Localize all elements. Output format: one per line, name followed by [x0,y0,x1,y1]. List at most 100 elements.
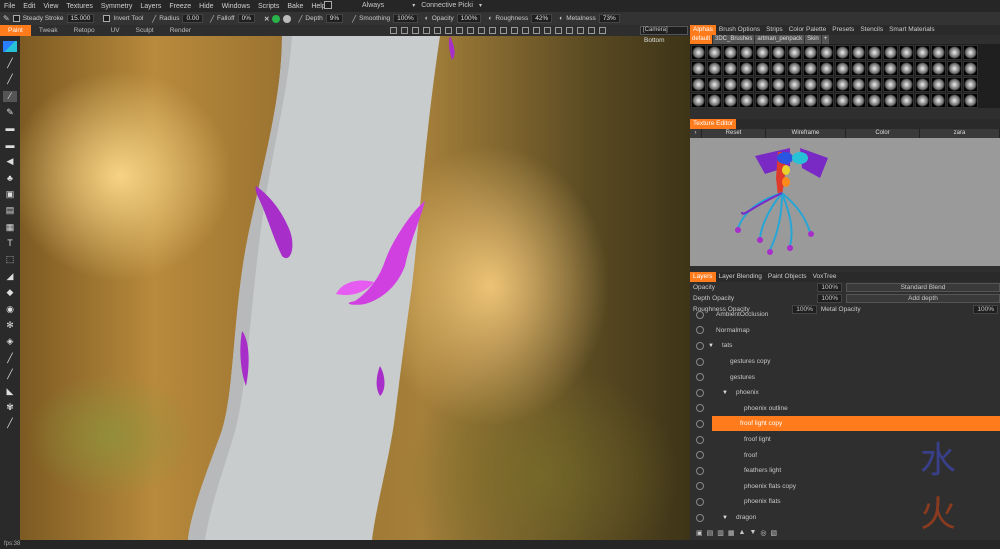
move-down-icon[interactable]: ▼ [749,529,756,537]
tab-uv[interactable]: UV [103,25,128,36]
alpha-cell[interactable] [819,93,834,108]
smoothing-input[interactable]: 100% [393,14,418,23]
move-icon[interactable] [401,27,408,34]
menu-textures[interactable]: Textures [62,3,96,10]
expand-arrow-icon[interactable]: ▼ [722,390,728,396]
text-icon[interactable]: T [3,238,17,249]
always-select[interactable]: Always [362,2,384,9]
visibility-eye-icon[interactable] [696,388,704,397]
persp-icon[interactable] [544,27,551,34]
layer-row[interactable]: AmbientOcclusion [690,307,1000,323]
alpha-cell[interactable] [691,77,706,92]
eraser-icon[interactable]: ◢ [3,271,17,282]
color-select[interactable]: Color [846,129,920,138]
alpha-cell[interactable] [755,61,770,76]
alpha-cell[interactable] [963,77,978,92]
alpha-cell[interactable] [851,45,866,60]
visibility-eye-icon[interactable] [696,404,704,413]
alpha-cell[interactable] [883,77,898,92]
depth-mode-select[interactable]: Add depth [846,294,1000,303]
transform-icon[interactable]: ⬚ [3,254,17,265]
alpha-cell[interactable] [739,45,754,60]
alpha-cell[interactable] [947,61,962,76]
layer-row[interactable]: ▼ phoenix [690,385,1000,401]
subtab-default[interactable]: default [690,35,713,44]
alpha-cell[interactable] [931,93,946,108]
alpha-cell[interactable] [803,93,818,108]
alpha-cell[interactable] [787,45,802,60]
stamp-icon[interactable]: ♣ [3,173,17,184]
tab-layers[interactable]: Layers [690,272,716,282]
knife-icon[interactable]: ╱ [3,369,17,380]
dropdown-arrow-icon[interactable]: ▾ [412,2,415,9]
fill-icon[interactable]: ▣ [3,189,17,200]
alpha-cell[interactable] [723,77,738,92]
light-icon[interactable] [467,27,474,34]
alpha-cell[interactable] [883,61,898,76]
visibility-eye-icon[interactable] [696,373,704,382]
tab-voxtree[interactable]: VoxTree [810,272,840,282]
alpha-cell[interactable] [931,61,946,76]
render-icon[interactable] [588,27,595,34]
visibility-eye-icon[interactable] [696,419,704,428]
new-layer-icon[interactable]: ▣ [696,529,703,537]
alpha-cell[interactable] [851,61,866,76]
tab-retopo[interactable]: Retopo [66,25,103,36]
layer-row[interactable]: phoenix outline [690,401,1000,417]
spray-icon[interactable]: ◀ [3,156,17,167]
picker-icon[interactable]: ╱ [3,353,17,364]
visibility-eye-icon[interactable] [696,341,704,350]
tab-alphas[interactable]: Alphas [690,25,716,35]
wireframe-button[interactable]: Wireframe [766,129,846,138]
add-subtab-button[interactable]: + [821,35,830,44]
alpha-cell[interactable] [707,45,722,60]
layer-row[interactable]: gestures copy [690,354,1000,370]
copy-layer-icon[interactable]: ▥ [717,529,724,537]
smear-icon[interactable]: ▬ [3,123,17,134]
menu-layers[interactable]: Layers [136,3,165,10]
alpha-cell[interactable] [931,45,946,60]
alpha-cell[interactable] [899,77,914,92]
alpha-cell[interactable] [707,93,722,108]
depth-opacity-input[interactable]: 100% [817,294,842,303]
tab-stencils[interactable]: Stencils [857,25,886,35]
camera-icon[interactable] [489,27,496,34]
move-up-icon[interactable]: ▲ [739,529,746,537]
grid-icon[interactable] [445,27,452,34]
view-icon[interactable] [533,27,540,34]
visibility-eye-icon[interactable] [696,451,704,460]
gear-icon[interactable]: ✻ [3,320,17,331]
subtab-skin[interactable]: Skin [805,35,821,44]
scale-icon[interactable] [423,27,430,34]
menu-freeze[interactable]: Freeze [165,3,195,10]
layer-row[interactable]: Normalmap [690,323,1000,339]
pencil-icon[interactable]: ╱ [3,74,17,85]
metalness-input[interactable]: 73% [598,14,620,23]
rotate-icon[interactable] [412,27,419,34]
connective-pick-select[interactable]: Connective Picki [421,2,473,9]
layer-row[interactable]: ▼ tats [690,338,1000,354]
visibility-eye-icon[interactable] [696,357,704,366]
tab-paint[interactable]: Paint [0,25,31,36]
alpha-cell[interactable] [803,77,818,92]
alpha-cell[interactable] [739,61,754,76]
falloff-input[interactable]: 0% [237,14,256,23]
merge-icon[interactable]: ◎ [760,529,766,537]
menu-file[interactable]: File [0,3,19,10]
tab-layer-blending[interactable]: Layer Blending [716,272,765,282]
settings-icon[interactable] [577,27,584,34]
gray-dot-icon[interactable] [283,14,292,23]
green-dot-icon[interactable] [272,14,281,23]
zoom-icon[interactable] [500,27,507,34]
alpha-cell[interactable] [755,45,770,60]
alpha-cell[interactable] [819,45,834,60]
menu-symmetry[interactable]: Symmetry [97,3,137,10]
alpha-cell[interactable] [899,45,914,60]
invert-tool-checkbox[interactable] [103,15,111,22]
subtab-3dc-brushes[interactable]: 3DC_Brushes [713,35,755,44]
alpha-cell[interactable] [899,61,914,76]
layers-icon[interactable]: ▦ [3,222,17,233]
expand-arrow-icon[interactable]: ▼ [722,515,728,521]
alpha-cell[interactable] [883,45,898,60]
alpha-cell[interactable] [691,61,706,76]
